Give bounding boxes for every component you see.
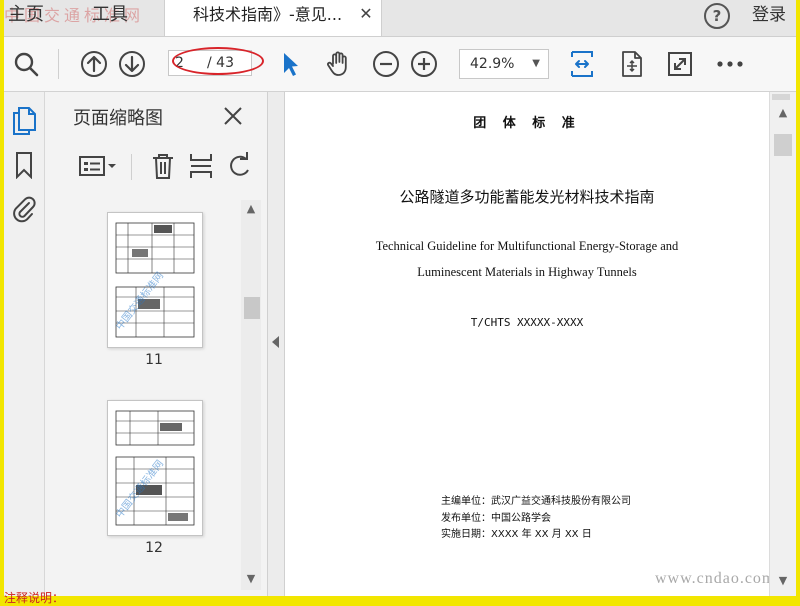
page-thumbnails-icon[interactable] [10,106,38,136]
bottom-cut-text: 注释说明： [4,591,65,605]
site-watermark: www.cndao.com [655,570,776,587]
rotate-page-icon[interactable] [223,150,255,182]
meta-value: XXXX 年 XX 月 XX 日 [491,529,592,540]
page-thumbnails-panel: 页面缩略图 中国交通标准网 11 中国交通标准网 12 ▲ ▼ [45,92,268,596]
more-options-icon[interactable] [714,48,746,80]
document-scrollbar[interactable]: ▲ ▼ [769,92,796,596]
thumbnail-page-number: 11 [145,352,163,368]
scroll-up-icon[interactable]: ▲ [241,200,261,218]
panel-title: 页面缩略图 [73,108,163,129]
close-panel-icon[interactable] [221,104,245,128]
implementation-date: 实施日期：XXXX 年 XX 月 XX 日 [441,525,592,540]
page-thumbnail-11[interactable]: 中国交通标准网 [107,212,203,348]
rotate-view-icon[interactable] [616,48,648,80]
editor-unit: 主编单位：武汉广益交通科技股份有限公司 [441,492,631,507]
hand-tool-icon[interactable] [322,48,354,80]
select-pointer-icon[interactable] [274,48,306,80]
thumbnail-list: 中国交通标准网 11 中国交通标准网 12 [45,200,241,590]
navigation-rail [4,92,45,596]
scrollbar-thumb[interactable] [774,134,792,156]
meta-label: 主编单位： [441,496,491,507]
tab-document-label: 科技术指南》-意见... [193,5,343,24]
scroll-down-icon[interactable]: ▼ [241,570,261,588]
bookmarks-icon[interactable] [10,150,38,180]
meta-label: 发布单位： [441,513,491,524]
login-button[interactable]: 登录 [752,0,786,30]
scroll-down-icon[interactable]: ▼ [774,574,792,587]
scrollbar-track-top [772,94,790,100]
highlight-ellipse-annotation [172,47,264,75]
collapse-left-icon [272,336,279,348]
delete-page-icon[interactable] [147,150,179,182]
tab-bar: 中国交通标准网 主页 工具 科技术指南》-意见... ✕ ? 登录 [4,0,796,37]
zoom-out-icon[interactable] [370,48,402,80]
tab-home[interactable]: 主页 [8,0,44,34]
document-page: 团 体 标 准 公路隧道多功能蓄能发光材料技术指南 Technical Guid… [285,92,775,596]
standard-type: 团 体 标 准 [473,116,581,131]
help-icon[interactable]: ? [704,3,730,29]
thumbnail-scrollbar[interactable]: ▲ ▼ [241,200,261,590]
next-page-icon[interactable] [116,48,148,80]
scroll-up-icon[interactable]: ▲ [774,106,792,119]
main-toolbar: 2 / 43 42.9% ▼ [4,37,796,92]
previous-page-icon[interactable] [78,48,110,80]
scrolling-mode-icon[interactable] [566,48,598,80]
document-title-en-line2: Luminescent Materials in Highway Tunnels [417,265,637,279]
insert-page-icon[interactable] [185,150,217,182]
zoom-in-icon[interactable] [408,48,440,80]
document-title-en-line1: Technical Guideline for Multifunctional … [375,239,679,253]
full-screen-icon[interactable] [664,48,696,80]
thumbnail-page-number: 12 [145,540,163,556]
standard-code: T/CHTS XXXXX-XXXX [470,316,584,329]
search-icon[interactable] [10,48,42,80]
chevron-down-icon: ▼ [532,58,540,69]
meta-value: 中国公路学会 [491,513,551,524]
publisher-unit: 发布单位：中国公路学会 [441,509,551,524]
tab-document[interactable]: 科技术指南》-意见... ✕ [164,0,382,36]
page-thumbnail-12[interactable]: 中国交通标准网 [107,400,203,536]
meta-value: 武汉广益交通科技股份有限公司 [491,496,631,507]
document-view[interactable]: 团 体 标 准 公路隧道多功能蓄能发光材料技术指南 Technical Guid… [285,92,775,596]
zoom-level-dropdown[interactable]: 42.9% ▼ [459,49,549,79]
zoom-level-value: 42.9% [470,56,515,72]
pdf-reader-window: 中国交通标准网 主页 工具 科技术指南》-意见... ✕ ? 登录 2 / 43 [4,0,796,596]
scrollbar-thumb[interactable] [244,297,260,319]
thumbnail-options-icon[interactable] [77,150,121,182]
tab-close-icon[interactable]: ✕ [357,5,375,23]
tab-tools[interactable]: 工具 [92,0,128,34]
collapse-panel-handle[interactable] [268,92,285,596]
attachments-icon[interactable] [10,194,38,224]
document-title-cn: 公路隧道多功能蓄能发光材料技术指南 [399,188,655,206]
meta-label: 实施日期： [441,529,491,540]
